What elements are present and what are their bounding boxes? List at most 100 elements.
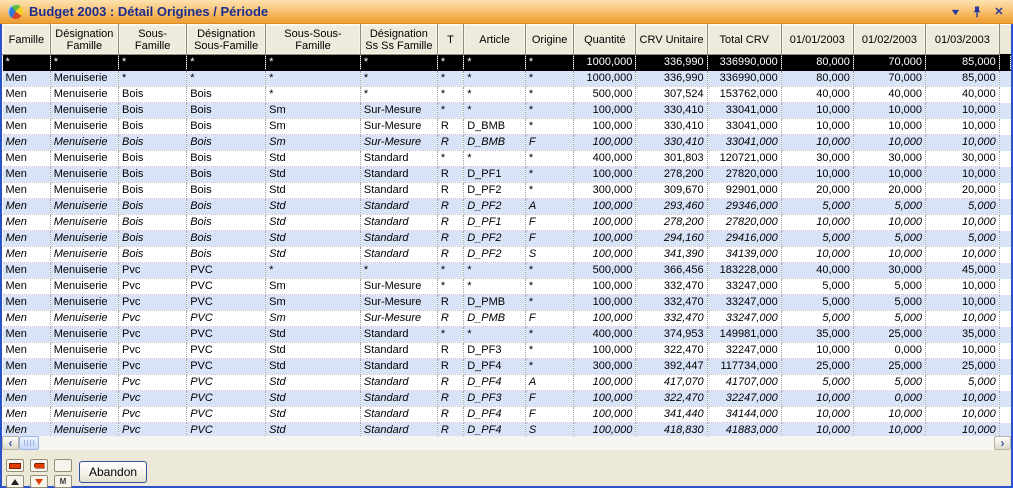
table-cell[interactable]: 100,000 <box>574 167 636 183</box>
table-cell[interactable]: 100,000 <box>574 103 636 119</box>
table-cell[interactable]: Men <box>3 87 51 103</box>
table-cell[interactable]: 5,000 <box>853 311 925 327</box>
table-cell[interactable]: 25,000 <box>853 327 925 343</box>
table-cell[interactable]: A <box>525 375 573 391</box>
table-cell[interactable]: Bois <box>119 135 187 151</box>
table-cell[interactable]: Bois <box>119 231 187 247</box>
table-cell[interactable]: 10,000 <box>926 215 1000 231</box>
table-cell[interactable]: Menuiserie <box>50 183 118 199</box>
table-cell[interactable]: Std <box>266 375 361 391</box>
table-cell[interactable]: 85,000 <box>926 71 1000 87</box>
table-cell[interactable]: 5,000 <box>781 199 853 215</box>
table-cell[interactable]: 330,410 <box>636 119 707 135</box>
table-cell[interactable]: Bois <box>119 215 187 231</box>
table-cell[interactable]: * <box>464 103 526 119</box>
table-cell[interactable]: R <box>437 343 463 359</box>
table-cell[interactable]: * <box>360 71 437 87</box>
table-cell[interactable]: PVC <box>187 279 266 295</box>
table-cell[interactable]: 40,000 <box>781 263 853 279</box>
table-cell[interactable]: 500,000 <box>574 87 636 103</box>
table-cell[interactable]: D_BMB <box>464 135 526 151</box>
table-cell[interactable]: 100,000 <box>574 279 636 295</box>
table-cell[interactable]: 100,000 <box>574 231 636 247</box>
table-cell[interactable]: * <box>464 327 526 343</box>
table-cell[interactable]: 29416,000 <box>707 231 781 247</box>
nav-button-4[interactable] <box>6 475 24 488</box>
table-cell[interactable]: * <box>50 55 118 71</box>
table-cell[interactable]: Std <box>266 199 361 215</box>
table-cell[interactable]: * <box>525 183 573 199</box>
table-cell[interactable]: 400,000 <box>574 151 636 167</box>
table-cell[interactable]: Men <box>3 359 51 375</box>
table-cell[interactable]: D_BMB <box>464 119 526 135</box>
table-cell[interactable]: 10,000 <box>781 407 853 423</box>
table-cell[interactable]: Sm <box>266 295 361 311</box>
nav-button-5[interactable] <box>30 475 48 488</box>
table-cell[interactable]: 336990,000 <box>707 55 781 71</box>
table-cell[interactable]: 10,000 <box>853 407 925 423</box>
table-cell[interactable]: 10,000 <box>926 407 1000 423</box>
table-cell[interactable]: Sur-Mesure <box>360 103 437 119</box>
table-cell[interactable]: 100,000 <box>574 391 636 407</box>
table-cell[interactable]: Men <box>3 231 51 247</box>
table-cell[interactable]: Pvc <box>119 263 187 279</box>
table-row[interactable]: MenMenuiserieBoisBoisStdStandardRD_PF2S1… <box>3 247 1011 263</box>
table-cell[interactable]: 5,000 <box>853 279 925 295</box>
table-cell[interactable]: 10,000 <box>853 119 925 135</box>
table-cell[interactable]: 10,000 <box>853 423 925 437</box>
table-cell[interactable]: * <box>437 279 463 295</box>
table-cell[interactable]: 25,000 <box>926 359 1000 375</box>
table-cell[interactable]: * <box>437 103 463 119</box>
table-cell[interactable]: 70,000 <box>853 71 925 87</box>
table-cell[interactable]: 10,000 <box>853 215 925 231</box>
table-cell[interactable]: 10,000 <box>781 423 853 437</box>
table-cell[interactable]: 10,000 <box>781 135 853 151</box>
table-cell[interactable]: 10,000 <box>853 247 925 263</box>
table-cell[interactable]: 5,000 <box>781 295 853 311</box>
table-cell[interactable]: Bois <box>119 87 187 103</box>
table-cell[interactable]: * <box>437 263 463 279</box>
table-cell[interactable]: 10,000 <box>853 135 925 151</box>
table-cell[interactable]: R <box>437 423 463 437</box>
table-cell[interactable]: * <box>464 55 526 71</box>
table-cell[interactable]: * <box>437 327 463 343</box>
table-row[interactable]: MenMenuiseriePvcPVC*****500,000366,45618… <box>3 263 1011 279</box>
table-cell[interactable]: D_PMB <box>464 311 526 327</box>
table-cell[interactable]: * <box>525 167 573 183</box>
table-cell[interactable]: F <box>525 135 573 151</box>
table-cell[interactable]: 5,000 <box>781 231 853 247</box>
table-cell[interactable]: 341,390 <box>636 247 707 263</box>
table-cell[interactable]: Std <box>266 327 361 343</box>
table-cell[interactable]: 20,000 <box>853 183 925 199</box>
table-cell[interactable]: D_PF4 <box>464 423 526 437</box>
table-cell[interactable]: Bois <box>119 199 187 215</box>
table-cell[interactable]: 10,000 <box>926 135 1000 151</box>
table-cell[interactable]: Pvc <box>119 391 187 407</box>
table-cell[interactable]: 10,000 <box>781 167 853 183</box>
table-cell[interactable]: Bois <box>119 167 187 183</box>
table-cell[interactable]: PVC <box>187 359 266 375</box>
table-cell[interactable]: Menuiserie <box>50 343 118 359</box>
table-cell[interactable]: 41883,000 <box>707 423 781 437</box>
table-cell[interactable]: Pvc <box>119 343 187 359</box>
table-cell[interactable]: 10,000 <box>926 295 1000 311</box>
table-cell[interactable]: 100,000 <box>574 407 636 423</box>
table-cell[interactable]: Bois <box>119 247 187 263</box>
table-cell[interactable]: 10,000 <box>926 311 1000 327</box>
column-header[interactable]: Origine <box>525 25 573 55</box>
table-cell[interactable]: Men <box>3 215 51 231</box>
table-cell[interactable]: 20,000 <box>926 183 1000 199</box>
table-cell[interactable]: Men <box>3 327 51 343</box>
table-cell[interactable]: R <box>437 391 463 407</box>
table-cell[interactable]: Pvc <box>119 279 187 295</box>
table-cell[interactable]: 5,000 <box>853 231 925 247</box>
table-cell[interactable]: D_PF2 <box>464 231 526 247</box>
table-cell[interactable]: 322,470 <box>636 343 707 359</box>
table-cell[interactable]: * <box>525 151 573 167</box>
table-cell[interactable]: 10,000 <box>781 247 853 263</box>
table-cell[interactable]: * <box>525 103 573 119</box>
table-cell[interactable]: Bois <box>187 87 266 103</box>
table-cell[interactable]: 40,000 <box>853 87 925 103</box>
table-cell[interactable]: Men <box>3 295 51 311</box>
table-cell[interactable]: 10,000 <box>781 215 853 231</box>
